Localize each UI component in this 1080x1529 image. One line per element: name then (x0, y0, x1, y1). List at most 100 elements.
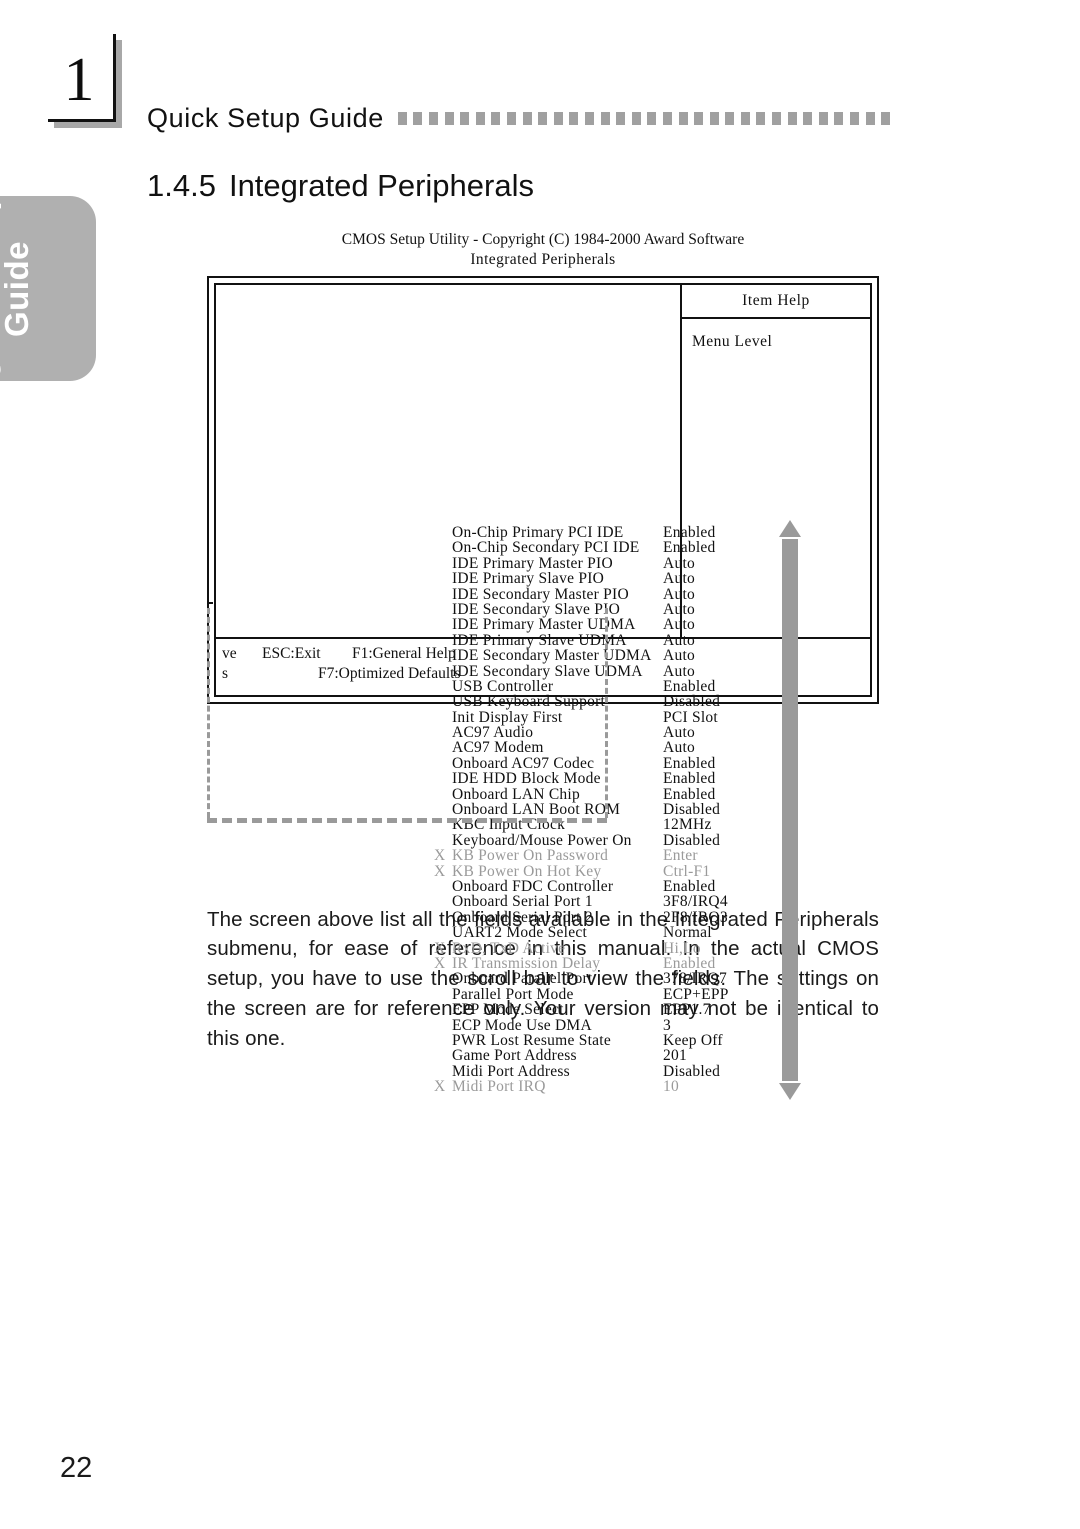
rule-dot (803, 112, 813, 125)
bios-setting-row[interactable]: X IR Transmission Delay Enabled (420, 955, 820, 972)
side-tab-label: Quick SetupGuide (0, 189, 35, 389)
rule-dot (740, 112, 750, 125)
rule-dot (569, 112, 579, 125)
bios-setting-row[interactable]: Game Port Address 201 (420, 1047, 820, 1064)
bios-copyright-line: CMOS Setup Utility - Copyright (C) 1984-… (341, 231, 745, 248)
scrollbar-thumb[interactable] (782, 539, 798, 1081)
bios-setting-row[interactable]: Onboard LAN Chip Enabled (420, 786, 820, 803)
bios-setting-row[interactable]: IDE Secondary Master PIO Auto (420, 586, 820, 603)
bios-setting-row[interactable]: ECP Mode Use DMA 3 (420, 1017, 820, 1034)
bios-setting-row[interactable]: IDE Primary Slave PIO Auto (420, 570, 820, 587)
bios-setting-value[interactable]: 10 (663, 1078, 679, 1096)
bios-menu-name: Integrated Peripherals (470, 251, 616, 269)
bios-setting-row[interactable]: Onboard Parallel Port 378/IRQ7 (420, 970, 820, 987)
rule-dot (460, 112, 470, 125)
rule-dot (850, 112, 860, 125)
bios-title-block: CMOS Setup Utility - Copyright (C) 1984-… (207, 230, 879, 271)
settings-list-solid-edge (207, 518, 213, 604)
bios-settings-list[interactable]: On-Chip Primary PCI IDE Enabled On-Chip Se… (420, 524, 820, 1096)
bios-setting-row[interactable]: Onboard FDC Controller Enabled (420, 878, 820, 895)
bios-setting-disabled-marker: X (434, 1078, 446, 1096)
bios-screen-figure: CMOS Setup Utility - Copyright (C) 1984-… (207, 230, 879, 1100)
bios-setting-row[interactable]: IDE Secondary Slave UDMA Auto (420, 663, 820, 680)
bios-setting-row[interactable]: USB Keyboard Support Disabled (420, 693, 820, 710)
bios-setting-row[interactable]: IDE HDD Block Mode Enabled (420, 770, 820, 787)
item-help-header: Item Help (682, 285, 870, 319)
item-help-menu-level: Menu Level (692, 332, 773, 350)
rule-dot (772, 112, 782, 125)
rule-dot (538, 112, 548, 125)
key-legend-esc-exit: ESC:Exit (262, 644, 321, 662)
rule-dot (444, 112, 454, 125)
rule-dot (756, 112, 766, 125)
bios-scrollbar[interactable] (779, 520, 801, 1100)
rule-dot (553, 112, 563, 125)
bios-setting-row[interactable]: X Midi Port IRQ 10 (420, 1078, 820, 1096)
bios-setting-row[interactable]: Onboard Serial Port 1 3F8/IRQ4 (420, 893, 820, 910)
rule-dot (491, 112, 501, 125)
bios-setting-row[interactable]: USB Controller Enabled (420, 678, 820, 695)
rule-dot (584, 112, 594, 125)
rule-dot (413, 112, 423, 125)
side-tab-quick-setup-guide: Quick SetupGuide (0, 189, 96, 388)
side-tab-label-line: Guide (0, 240, 35, 337)
rule-dot (631, 112, 641, 125)
chapter-badge: 1 (48, 34, 122, 128)
rule-dot (725, 112, 735, 125)
running-head-dot-rule (397, 112, 937, 125)
rule-dot (397, 112, 407, 125)
bios-setting-row[interactable]: PWR Lost Resume State Keep Off (420, 1032, 820, 1049)
bios-setting-row[interactable]: X RxD, TxD Active Hi,Lo (420, 940, 820, 957)
running-head: Quick Setup Guide (147, 103, 937, 134)
settings-list-dashed-edge-left (207, 608, 212, 818)
page-title: 1.4.5 Integrated Peripherals (147, 168, 534, 204)
rule-dot (818, 112, 828, 125)
rule-dot (662, 112, 672, 125)
scroll-up-arrow-icon[interactable] (779, 520, 801, 537)
rule-dot (787, 112, 797, 125)
section-number: 1.4.5 (147, 168, 216, 203)
rule-dot (429, 112, 439, 125)
bios-setting-row[interactable]: IDE Secondary Master UDMA Auto (420, 647, 820, 664)
key-legend-values-partial: s (222, 664, 229, 682)
bios-setting-row[interactable]: On-Chip Primary PCI IDE Enabled (420, 524, 820, 541)
bios-setting-row[interactable]: IDE Primary Slave UDMA Auto (420, 632, 820, 649)
key-legend-save-partial: ve (222, 644, 237, 662)
rule-dot (600, 112, 610, 125)
bios-setting-row[interactable]: X KB Power On Hot Key Ctrl-F1 (420, 863, 820, 880)
bios-setting-row[interactable]: Midi Port Address Disabled (420, 1063, 820, 1080)
bios-setting-row[interactable]: Onboard Serial Port 2 2F8/IRQ3 (420, 909, 820, 926)
chapter-number: 1 (63, 46, 95, 114)
rule-dot (616, 112, 626, 125)
bios-setting-row[interactable]: IDE Secondary Slave PIO Auto (420, 601, 820, 618)
bios-setting-row[interactable]: IDE Primary Master PIO Auto (420, 555, 820, 572)
rule-dot (647, 112, 657, 125)
bios-setting-row[interactable]: AC97 Audio Auto (420, 724, 820, 741)
bios-setting-row[interactable]: X KB Power On Password Enter (420, 847, 820, 864)
rule-dot (506, 112, 516, 125)
scroll-down-arrow-icon[interactable] (779, 1083, 801, 1100)
bios-setting-row[interactable]: Keyboard/Mouse Power On Disabled (420, 832, 820, 849)
page-number: 22 (60, 1452, 93, 1484)
rule-dot (694, 112, 704, 125)
rule-dot (881, 112, 891, 125)
bios-setting-row[interactable]: Onboard LAN Boot ROM Disabled (420, 801, 820, 818)
bios-setting-row[interactable]: AC97 Modem Auto (420, 739, 820, 756)
bios-setting-row[interactable]: On-Chip Secondary PCI IDE Enabled (420, 539, 820, 556)
bios-setting-label: Midi Port IRQ (452, 1078, 546, 1096)
rule-dot (865, 112, 875, 125)
bios-setting-row[interactable]: EPP Mode Select EPP1.7 (420, 1001, 820, 1018)
rule-dot (834, 112, 844, 125)
settings-list-dashed-bottom (207, 818, 607, 823)
rule-dot (475, 112, 485, 125)
bios-setting-row[interactable]: Init Display First PCI Slot (420, 709, 820, 726)
rule-dot (522, 112, 532, 125)
running-head-title: Quick Setup Guide (147, 103, 384, 133)
settings-list-dashed-edge-right (605, 608, 610, 818)
rule-dot (709, 112, 719, 125)
bios-setting-row[interactable]: UART2 Mode Select Normal (420, 924, 820, 941)
rule-dot (678, 112, 688, 125)
bios-setting-row[interactable]: Parallel Port Mode ECP+EPP (420, 986, 820, 1003)
bios-setting-row[interactable]: Onboard AC97 Codec Enabled (420, 755, 820, 772)
bios-setting-row[interactable]: IDE Primary Master UDMA Auto (420, 616, 820, 633)
